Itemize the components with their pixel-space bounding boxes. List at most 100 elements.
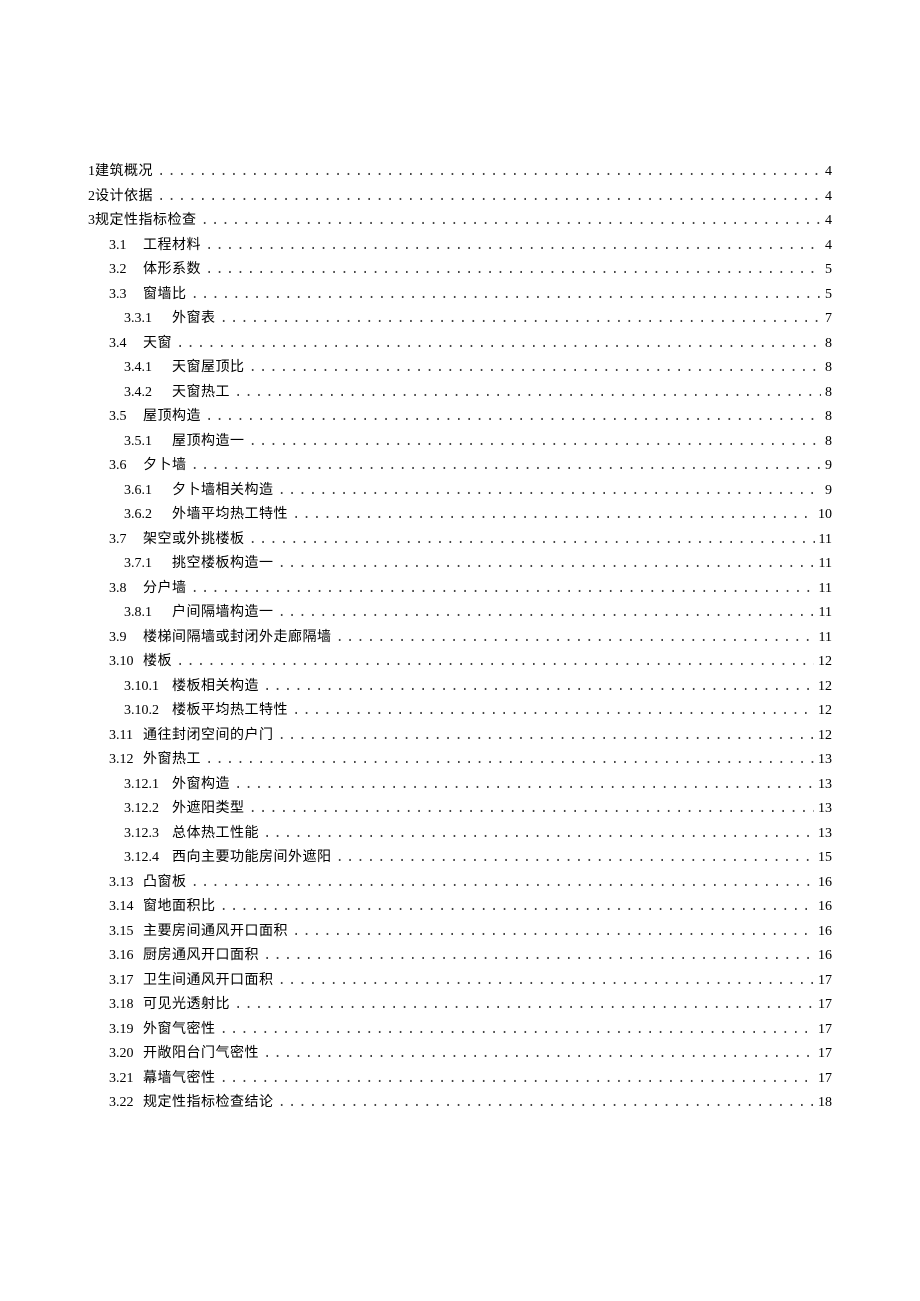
toc-page: 12 (818, 704, 832, 718)
toc-title: 可见光透射比 (143, 998, 230, 1012)
toc-entry[interactable]: 2 设计依据4 (88, 190, 832, 215)
toc-entry[interactable]: 3.2体形系数5 (88, 263, 832, 288)
toc-entry[interactable]: 3.11通往封闭空间的户门12 (88, 729, 832, 754)
toc-leader-dots (278, 606, 815, 620)
toc-title: 屋顶构造 (143, 410, 201, 424)
toc-entry[interactable]: 3.21幕墙气密性17 (88, 1072, 832, 1097)
toc-title: 体形系数 (143, 263, 201, 277)
toc-entry[interactable]: 1 建筑概况4 (88, 165, 832, 190)
toc-number: 3.8 (109, 582, 143, 596)
toc-page: 11 (819, 631, 832, 645)
toc-leader-dots (249, 435, 822, 449)
toc-entry[interactable]: 3.3.1外窗表7 (88, 312, 832, 337)
toc-number: 3.7 (109, 533, 143, 547)
toc-entry[interactable]: 3.5.1屋顶构造一8 (88, 435, 832, 460)
toc-leader-dots (205, 410, 821, 424)
toc-entry[interactable]: 3.22规定性指标检查结论18 (88, 1096, 832, 1121)
toc-page: 4 (825, 239, 832, 253)
toc-leader-dots (292, 704, 814, 718)
toc-entry[interactable]: 3.12.2外遮阳类型13 (88, 802, 832, 827)
toc-page: 9 (825, 459, 832, 473)
toc-entry[interactable]: 3.4.1天窗屋顶比8 (88, 361, 832, 386)
toc-entry[interactable]: 3.10楼板12 (88, 655, 832, 680)
toc-leader-dots (220, 900, 815, 914)
toc-entry[interactable]: 3.6夕卜墙9 (88, 459, 832, 484)
toc-entry[interactable]: 3.9楼梯间隔墙或封闭外走廊隔墙11 (88, 631, 832, 656)
toc-number: 3.5 (109, 410, 143, 424)
toc-number: 3.3.1 (124, 312, 172, 326)
toc-entry[interactable]: 3.8分户墙11 (88, 582, 832, 607)
toc-entry[interactable]: 3.14窗地面积比 16 (88, 900, 832, 925)
toc-entry[interactable]: 3.20开敞阳台门气密性17 (88, 1047, 832, 1072)
toc-entry[interactable]: 3.15主要房间通风开口面积16 (88, 925, 832, 950)
toc-number: 3.4.2 (124, 386, 172, 400)
toc-title: 天窗热工 (172, 386, 230, 400)
toc-leader-dots (278, 729, 815, 743)
toc-number: 3.13 (109, 876, 143, 890)
toc-entry[interactable]: 3.12.3总体热工性能13 (88, 827, 832, 852)
toc-leader-dots (234, 998, 814, 1012)
toc-title: 外墙平均热工特性 (172, 508, 288, 522)
toc-entry[interactable]: 3.17卫生间通风开口面积17 (88, 974, 832, 999)
toc-entry[interactable]: 3.10.1楼板相关构造12 (88, 680, 832, 705)
toc-page: 4 (825, 165, 832, 179)
toc-entry[interactable]: 3.19外窗气密性17 (88, 1023, 832, 1048)
toc-entry[interactable]: 3.12外窗热工13 (88, 753, 832, 778)
toc-leader-dots (292, 925, 814, 939)
toc-entry[interactable]: 3.10.2楼板平均热工特性12 (88, 704, 832, 729)
toc-title: 屋顶构造一 (172, 435, 245, 449)
toc-leader-dots (234, 386, 821, 400)
toc-entry[interactable]: 3 规定性指标检查4 (88, 214, 832, 239)
toc-number: 3.6.2 (124, 508, 172, 522)
toc-number: 3.20 (109, 1047, 143, 1061)
toc-page: 13 (818, 802, 832, 816)
toc-entry[interactable]: 3.3窗墙比5 (88, 288, 832, 313)
toc-page: 17 (818, 1047, 832, 1061)
toc-page: 8 (825, 361, 832, 375)
toc-entry[interactable]: 3.12.1外窗构造13 (88, 778, 832, 803)
toc-entry[interactable]: 3.7架空或外挑楼板11 (88, 533, 832, 558)
toc-title: 主要房间通风开口面积 (143, 925, 288, 939)
toc-leader-dots (278, 557, 815, 571)
toc-page: 8 (825, 337, 832, 351)
toc-page: 11 (819, 557, 832, 571)
toc-page: 17 (818, 1023, 832, 1037)
toc-title: 外窗构造 (172, 778, 230, 792)
toc-title: 天窗 (143, 337, 172, 351)
toc-number: 3.12.1 (124, 778, 172, 792)
toc-title: 外窗表 (172, 312, 216, 326)
toc-entry[interactable]: 3.6.1夕卜墙相关构造9 (88, 484, 832, 509)
toc-title: 规定性指标检查结论 (143, 1096, 274, 1110)
toc-entry[interactable]: 3.18可见光透射比17 (88, 998, 832, 1023)
toc-page: 11 (819, 533, 832, 547)
toc-page: 16 (818, 900, 832, 914)
toc-entry[interactable]: 3.5屋顶构造 8 (88, 410, 832, 435)
toc-entry[interactable]: 3.6.2外墙平均热工特性10 (88, 508, 832, 533)
toc-entry[interactable]: 3.12.4西向主要功能房间外遮阳15 (88, 851, 832, 876)
toc-leader-dots (205, 263, 821, 277)
toc-number: 3.9 (109, 631, 143, 645)
toc-entry[interactable]: 3.16厨房通风开口面积16 (88, 949, 832, 974)
toc-page: 12 (818, 729, 832, 743)
toc-entry[interactable]: 3.13凸窗板16 (88, 876, 832, 901)
toc-number: 3.8.1 (124, 606, 172, 620)
toc-leader-dots (263, 949, 814, 963)
toc-page: 8 (825, 410, 832, 424)
toc-leader-dots (292, 508, 814, 522)
toc-page: 5 (825, 263, 832, 277)
toc-page: 4 (825, 214, 832, 228)
toc-leader-dots (220, 1023, 815, 1037)
toc-entry[interactable]: 3.8.1户间隔墙构造一11 (88, 606, 832, 631)
toc-entry[interactable]: 3.4.2天窗热工8 (88, 386, 832, 411)
toc-title: 窗地面积比 (143, 900, 216, 914)
toc-entry[interactable]: 3.1工程材料4 (88, 239, 832, 264)
toc-title: 楼板平均热工特性 (172, 704, 288, 718)
toc-leader-dots (157, 190, 821, 204)
toc-page: 16 (818, 949, 832, 963)
toc-title: 建筑概况 (95, 165, 153, 179)
toc-entry[interactable]: 3.4天窗8 (88, 337, 832, 362)
toc-number: 3.14 (109, 900, 143, 914)
toc-number: 3.12 (109, 753, 143, 767)
toc-number: 3 (88, 214, 95, 228)
toc-entry[interactable]: 3.7.1挑空楼板构造一11 (88, 557, 832, 582)
